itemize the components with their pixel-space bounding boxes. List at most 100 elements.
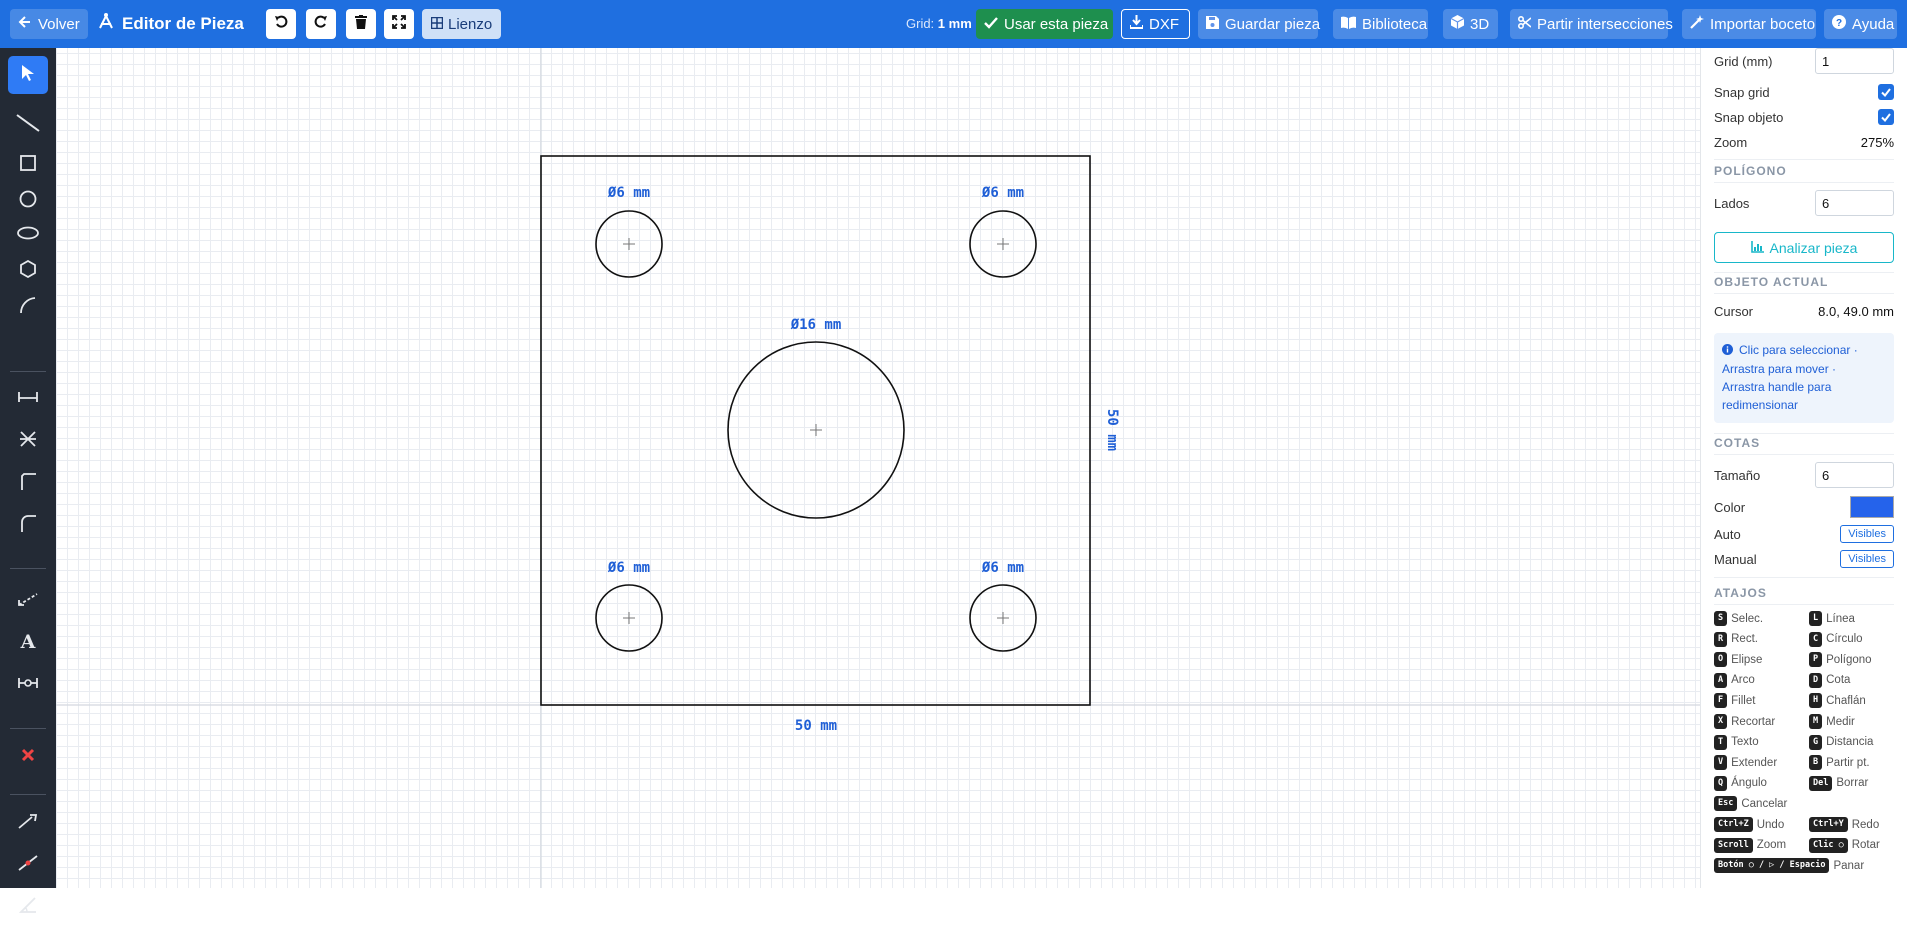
properties-panel: Grid (mm) 1 Snap grid Snap objeto Zoom 2…	[1700, 48, 1907, 888]
info-line: Clic para seleccionar ·	[1722, 341, 1886, 360]
arc-icon	[19, 296, 37, 319]
dim-hole-top-left[interactable]: Ø6 mm	[607, 185, 650, 201]
analyze-piece-button[interactable]: Analizar pieza	[1714, 232, 1894, 263]
manual-visibility-toggle[interactable]: Visibles	[1840, 550, 1894, 568]
select-tool[interactable]	[8, 56, 48, 94]
dimension-tool[interactable]	[8, 380, 48, 418]
lienzo-label: Lienzo	[448, 15, 493, 33]
toolbar-divider	[10, 794, 46, 795]
redo-icon	[314, 15, 328, 34]
snap-objeto-checkbox[interactable]	[1878, 109, 1894, 125]
use-piece-button[interactable]: Usar esta pieza	[976, 9, 1113, 39]
save-icon	[1206, 15, 1219, 33]
shortcut-label: Cota	[1826, 674, 1851, 687]
cursor-row: Cursor 8.0, 49.0 mm	[1714, 301, 1894, 321]
shortcut-key: Ctrl+Z	[1714, 817, 1753, 832]
shortcut-key: B	[1809, 755, 1823, 771]
ruler-icon	[18, 592, 38, 611]
help-label: Ayuda	[1852, 15, 1895, 33]
line-tool[interactable]	[8, 106, 48, 144]
objeto-section-title: OBJETO ACTUAL	[1714, 275, 1829, 289]
hole-bottom-right[interactable]	[969, 584, 1037, 652]
split-point-icon	[18, 854, 38, 876]
undo-button[interactable]	[266, 9, 296, 39]
shortcut-item: S Selec.	[1714, 611, 1763, 626]
dim-hole-top-right[interactable]: Ø6 mm	[981, 185, 1024, 201]
auto-visibility-toggle[interactable]: Visibles	[1840, 525, 1894, 543]
dim-hole-center[interactable]: Ø16 mm	[790, 317, 842, 333]
svg-text:?: ?	[1836, 18, 1842, 29]
tamano-input[interactable]: 6	[1815, 462, 1894, 488]
shortcut-key: F	[1714, 693, 1728, 709]
fit-view-button[interactable]	[384, 9, 414, 39]
shortcut-key: Esc	[1714, 796, 1738, 812]
save-piece-button[interactable]: Guardar pieza	[1198, 9, 1320, 39]
lados-input[interactable]: 6	[1815, 190, 1894, 216]
section-divider	[1714, 159, 1894, 160]
hole-top-left[interactable]	[595, 210, 663, 278]
grid-prefix: Grid:	[906, 16, 935, 31]
toolbar-divider	[10, 371, 46, 372]
hole-bottom-left[interactable]	[595, 584, 663, 652]
manual-label: Manual	[1714, 551, 1757, 567]
import-sketch-button[interactable]: Importar boceto	[1682, 9, 1816, 39]
arc-tool[interactable]	[8, 288, 48, 326]
toolbar-divider	[10, 568, 46, 569]
split-intersections-button[interactable]: Partir intersecciones	[1510, 9, 1673, 39]
hole-center[interactable]	[727, 341, 905, 519]
shortcut-item: P Polígono	[1809, 652, 1872, 668]
shortcut-label: Chaflán	[1826, 694, 1866, 707]
back-button[interactable]: Volver	[10, 9, 88, 39]
circle-icon	[19, 190, 37, 213]
shortcut-key: L	[1809, 611, 1823, 626]
snap-grid-label: Snap grid	[1714, 84, 1770, 100]
info-icon	[1722, 341, 1733, 360]
snap-grid-row: Snap grid	[1714, 82, 1894, 102]
auto-label: Auto	[1714, 526, 1741, 542]
redo-button[interactable]	[306, 9, 336, 39]
3d-button[interactable]: 3D	[1443, 9, 1498, 39]
dxf-button[interactable]: DXF	[1121, 9, 1190, 39]
grid-mm-label: Grid (mm)	[1714, 53, 1773, 69]
circle-tool[interactable]	[8, 182, 48, 220]
extend-tool[interactable]	[8, 804, 48, 842]
zoom-row: Zoom 275%	[1714, 132, 1894, 152]
trim-tool[interactable]	[8, 422, 48, 460]
help-button[interactable]: ? Ayuda	[1824, 9, 1897, 39]
split-point-tool[interactable]	[8, 846, 48, 884]
color-swatch[interactable]	[1850, 496, 1894, 518]
shortcut-key: C	[1809, 631, 1823, 647]
delete-tool[interactable]	[8, 738, 48, 776]
dim-hole-bottom-left[interactable]: Ø6 mm	[607, 560, 650, 576]
chamfer-tool[interactable]	[8, 464, 48, 502]
shortcut-label: Distancia	[1826, 736, 1874, 749]
ellipse-tool[interactable]	[8, 216, 48, 254]
shortcut-label: Zoom	[1756, 839, 1787, 852]
text-tool[interactable]: A	[8, 624, 48, 662]
measure-tool[interactable]	[8, 582, 48, 620]
library-button[interactable]: Biblioteca	[1333, 9, 1428, 39]
extend-icon	[18, 813, 38, 834]
polygon-tool[interactable]	[8, 252, 48, 290]
dim-width[interactable]: 50 mm	[795, 718, 837, 734]
shortcut-key: V	[1714, 755, 1728, 771]
shortcut-item: X Recortar	[1714, 714, 1775, 729]
check-icon	[984, 16, 998, 33]
shortcut-key: P	[1809, 652, 1823, 668]
dim-height[interactable]: 50 mm	[1104, 409, 1120, 451]
rectangle-tool[interactable]	[8, 146, 48, 184]
dim-hole-bottom-right[interactable]: Ø6 mm	[981, 560, 1024, 576]
book-icon	[1341, 16, 1356, 33]
snap-grid-checkbox[interactable]	[1878, 84, 1894, 100]
angle-tool[interactable]	[8, 888, 48, 926]
grid-mm-input[interactable]: 1	[1815, 48, 1894, 74]
fillet-tool[interactable]	[8, 506, 48, 544]
info-text-3: Arrastra handle para	[1722, 380, 1832, 394]
info-text-1: Clic para seleccionar ·	[1739, 343, 1858, 357]
distance-tool[interactable]	[8, 666, 48, 704]
delete-button[interactable]	[346, 9, 376, 39]
lienzo-button[interactable]: Lienzo	[422, 9, 502, 39]
shortcut-item: Clic ○ Rotar	[1809, 837, 1880, 853]
hole-top-right[interactable]	[969, 210, 1037, 278]
drawing-canvas[interactable]: Ø6 mm Ø6 mm Ø16 mm Ø6 mm Ø6 mm 50 mm 50 …	[56, 48, 1700, 888]
